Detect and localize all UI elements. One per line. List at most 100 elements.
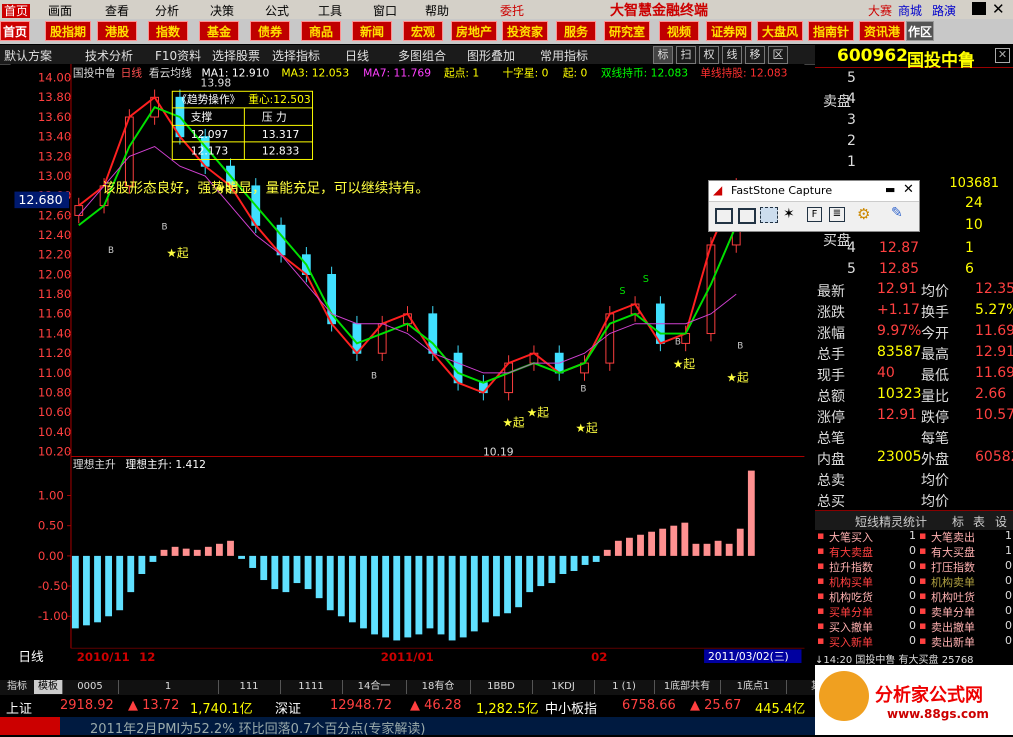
capture-window-icon[interactable] bbox=[715, 208, 733, 224]
news-ticker[interactable]: 2011年2月PMI为52.2% 环比回落0.7个百分点(专家解读) bbox=[0, 717, 815, 737]
capture-settings-icon[interactable]: ⚙ bbox=[857, 205, 870, 223]
link-mall[interactable]: 商城 bbox=[898, 2, 922, 19]
stat-row[interactable]: 最新 12.91 均价 12.35 bbox=[815, 281, 1013, 302]
indicator-tab[interactable]: 1BBD bbox=[470, 680, 533, 694]
sprite-row[interactable]: ▪ 机构买单 0 ▪ 机构卖单 0 bbox=[815, 574, 1013, 589]
close-panel-icon[interactable]: ✕ bbox=[995, 48, 1010, 63]
nav-bond[interactable]: 债券 bbox=[250, 21, 290, 41]
sell-level-row[interactable]: 2 bbox=[815, 133, 1013, 154]
nav-hk[interactable]: 港股 bbox=[97, 21, 137, 41]
close-icon[interactable]: ✕ bbox=[992, 0, 1005, 18]
indicator-tab[interactable]: 18有仓 bbox=[406, 680, 471, 694]
stat-row[interactable]: 内盘 23005外盘 60582 bbox=[815, 449, 1013, 470]
menu-formula[interactable]: 公式 bbox=[265, 2, 289, 19]
ticker-text[interactable]: 2011年2月PMI为52.2% 环比回落0.7个百分点(专家解读) bbox=[90, 718, 426, 737]
toolbar-common-indicators[interactable]: 常用指标 bbox=[540, 47, 588, 64]
nav-macro[interactable]: 宏观 bbox=[403, 21, 443, 41]
toolbar-key-scan[interactable]: 扫 bbox=[676, 46, 696, 64]
menu-view[interactable]: 查看 bbox=[105, 2, 129, 19]
price-chart[interactable]: 14.0013.8013.6013.4013.2013.0012.8012.60… bbox=[0, 64, 815, 664]
menu-analysis[interactable]: 分析 bbox=[155, 2, 179, 19]
link-contest[interactable]: 大赛 bbox=[868, 2, 892, 19]
toolbar-default-scheme[interactable]: 默认方案 bbox=[4, 47, 52, 64]
indicator-tab[interactable]: 1底点1 bbox=[720, 680, 787, 694]
indicator-tab[interactable]: 1底部共有 bbox=[654, 680, 721, 694]
sell-level-row[interactable]: 5 bbox=[815, 70, 1013, 91]
nav-home[interactable]: 首页 bbox=[0, 21, 30, 41]
capture-object-icon[interactable] bbox=[738, 208, 756, 224]
indicator-tab[interactable]: 14合一 bbox=[342, 680, 407, 694]
toolbar-key-move[interactable]: 移 bbox=[745, 46, 765, 64]
nav-market[interactable]: 大盘风 bbox=[757, 21, 803, 41]
capture-region-icon[interactable] bbox=[760, 207, 778, 223]
sell-level-row[interactable]: 1 bbox=[815, 154, 1013, 175]
indicator-tab[interactable]: 0005 bbox=[62, 680, 119, 694]
toolbar-f10[interactable]: F10资料 bbox=[155, 47, 201, 64]
capture-scroll-icon[interactable]: ≣ bbox=[829, 207, 845, 222]
faststone-titlebar[interactable]: ◢ FastStone Capture ▬ ✕ bbox=[709, 181, 919, 202]
sprite-row[interactable]: ▪ 有大卖盘 0 ▪ 有大买盘 1 bbox=[815, 544, 1013, 559]
faststone-capture-window[interactable]: ◢ FastStone Capture ▬ ✕ ✶ F ≣ ⚙ ✎ bbox=[708, 180, 920, 232]
sell-level-row[interactable]: 3 bbox=[815, 112, 1013, 133]
toolbar-select-indicator[interactable]: 选择指标 bbox=[272, 47, 320, 64]
menu-broker[interactable]: 委托 bbox=[500, 2, 524, 19]
toolbar-tech-analysis[interactable]: 技术分析 bbox=[85, 47, 133, 64]
indicator-tab[interactable]: 指标 bbox=[0, 680, 35, 694]
sprite-row[interactable]: ▪ 买单分单 0 ▪ 卖单分单 0 bbox=[815, 604, 1013, 619]
smb-label[interactable]: 中小板指 bbox=[545, 698, 597, 717]
stat-row[interactable]: 总卖 均价 bbox=[815, 470, 1013, 491]
sprite-row[interactable]: ▪ 买入撤单 0 ▪ 卖出撤单 0 bbox=[815, 619, 1013, 634]
stat-row[interactable]: 涨幅 9.97% 今开 11.69 bbox=[815, 323, 1013, 344]
nav-fund[interactable]: 基金 bbox=[199, 21, 239, 41]
indicator-tab[interactable]: 1KDJ bbox=[532, 680, 595, 694]
capture-freehand-icon[interactable]: ✶ bbox=[783, 206, 795, 222]
sell-level-row[interactable]: 4 bbox=[815, 91, 1013, 112]
faststone-close-icon[interactable]: ✕ bbox=[903, 182, 914, 197]
stat-row[interactable]: 总买 均价 bbox=[815, 491, 1013, 512]
nav-securities[interactable]: 证券网 bbox=[706, 21, 752, 41]
indicator-tab[interactable]: 模板 bbox=[34, 680, 63, 694]
indicator-tab[interactable]: 1 bbox=[118, 680, 219, 694]
nav-investor[interactable]: 投资家 bbox=[502, 21, 548, 41]
nav-research[interactable]: 研究室 bbox=[604, 21, 650, 41]
stat-row[interactable]: 涨停 12.91 跌停 10.57 bbox=[815, 407, 1013, 428]
nav-index[interactable]: 指数 bbox=[148, 21, 188, 41]
sprite-tab-mark[interactable]: 标 bbox=[952, 513, 964, 530]
nav-commodity[interactable]: 商品 bbox=[301, 21, 341, 41]
minimize-icon[interactable] bbox=[972, 2, 986, 15]
toolbar-daily[interactable]: 日线 bbox=[345, 47, 369, 64]
nav-infoport[interactable]: 资讯港 bbox=[859, 21, 905, 41]
toolbar-multi-chart[interactable]: 多图组合 bbox=[398, 47, 446, 64]
buy-level-row[interactable]: 4 12.87 1 bbox=[815, 240, 1013, 261]
sprite-tab-settings[interactable]: 设 bbox=[995, 513, 1007, 530]
link-roadshow[interactable]: 路演 bbox=[932, 2, 956, 19]
stat-row[interactable]: 总手 83587 最高 12.91 bbox=[815, 344, 1013, 365]
menu-view-screen[interactable]: 画面 bbox=[48, 2, 72, 19]
menu-tools[interactable]: 工具 bbox=[318, 2, 342, 19]
indicator-tab[interactable]: 111 bbox=[218, 680, 281, 694]
capture-fullscreen-icon[interactable]: F bbox=[807, 207, 822, 222]
indicator-tab[interactable]: 1111 bbox=[280, 680, 343, 694]
toolbar-key-right[interactable]: 权 bbox=[699, 46, 719, 64]
sprite-row[interactable]: ▪ 买入新单 0 ▪ 卖出新单 0 bbox=[815, 634, 1013, 649]
capture-editor-icon[interactable]: ✎ bbox=[891, 205, 903, 221]
menu-help[interactable]: 帮助 bbox=[425, 2, 449, 19]
menu-window[interactable]: 窗口 bbox=[373, 2, 397, 19]
buy-level-row[interactable]: 5 12.85 6 bbox=[815, 261, 1013, 282]
sprite-row[interactable]: ▪ 拉升指数 0 ▪ 打压指数 0 bbox=[815, 559, 1013, 574]
nav-service[interactable]: 服务 bbox=[556, 21, 596, 41]
toolbar-key-line[interactable]: 线 bbox=[722, 46, 742, 64]
stat-row[interactable]: 现手 40 最低 11.69 bbox=[815, 365, 1013, 386]
nav-futures[interactable]: 股指期 bbox=[45, 21, 91, 41]
indicator-tab[interactable]: 1 (1) bbox=[594, 680, 655, 694]
sprite-row[interactable]: ▪ 机构吃货 0 ▪ 机构吐货 0 bbox=[815, 589, 1013, 604]
stat-row[interactable]: 涨跌 +1.17换手 5.27% bbox=[815, 302, 1013, 323]
toolbar-key-mark[interactable]: 标 bbox=[653, 46, 673, 64]
menu-decision[interactable]: 决策 bbox=[210, 2, 234, 19]
toolbar-key-zone[interactable]: 区 bbox=[768, 46, 788, 64]
toolbar-overlay[interactable]: 图形叠加 bbox=[467, 47, 515, 64]
nav-compass[interactable]: 指南针 bbox=[808, 21, 854, 41]
sz-label[interactable]: 深证 bbox=[275, 698, 301, 717]
nav-news[interactable]: 新闻 bbox=[352, 21, 392, 41]
nav-video[interactable]: 视频 bbox=[659, 21, 699, 41]
